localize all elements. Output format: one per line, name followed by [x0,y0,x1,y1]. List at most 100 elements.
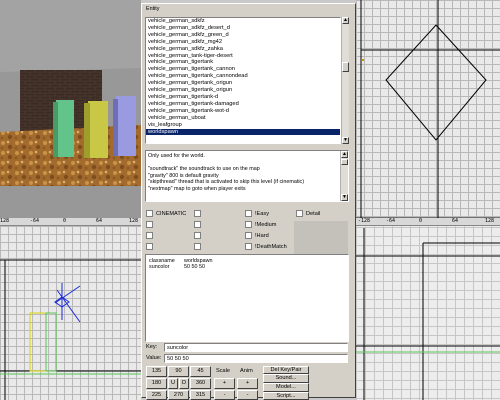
sound-button[interactable]: Sound... [263,374,309,383]
classname-list-item[interactable]: vehicle_german_sdkfz [146,18,340,25]
angle-up-button[interactable]: U [168,378,178,389]
script-button[interactable]: Script... [263,392,309,400]
spawnflag-checkbox[interactable] [194,232,204,239]
anim-plus-button[interactable]: + [237,378,258,389]
checkbox-box[interactable] [194,221,201,228]
bottom-right-grid-viewport[interactable]: -128 -64 0 64 128 [356,218,500,400]
checkbox-box[interactable] [296,210,303,217]
brush-outlines [356,228,500,400]
angle-90-button[interactable]: 90 [168,366,189,377]
camera-3d-scene [0,0,141,218]
entity-properties-list[interactable]: classname worldspawn suncolor 50 50 50 [145,254,349,342]
spawnflag-not-deathmatch-checkbox[interactable]: !DeathMatch [245,243,287,250]
classname-list-scrollbar[interactable]: ▲ ▼ [341,17,349,144]
classname-list-item[interactable]: vehicle_german_tigertank-d [146,94,340,101]
classname-list-item[interactable]: vis_leafgroup [146,122,340,129]
top-right-grid-viewport[interactable] [356,0,500,218]
classname-list-item[interactable]: vehicle_german_tank-tiger-desert [146,53,340,60]
angle-135-button[interactable]: 135 [146,366,167,377]
angle-270-button[interactable]: 270 [168,390,189,400]
entity-window-title: Entity [146,6,160,12]
classname-list-item[interactable]: vehicle_german_tigertank-damaged [146,101,340,108]
scroll-down-arrow-icon[interactable]: ▼ [342,137,349,144]
comment-line: "skipthread" thread that is activated to… [148,179,305,186]
spawnflag-cinematic-checkbox[interactable]: CINEMATIC [146,210,186,217]
value-input[interactable]: 50 50 50 [164,354,348,363]
spawnflag-not-medium-checkbox[interactable]: !Medium [245,221,276,228]
spawnflag-empty-panel [294,221,348,254]
classname-list-item[interactable]: worldspawn [146,128,340,136]
del-key-pair-button[interactable]: Del Key/Pair [263,366,309,374]
angle-180-button[interactable]: 180 [146,378,167,389]
comment-line [148,160,339,167]
scale-label: Scale [216,368,230,374]
entity-comment-box[interactable]: Only used for the world. "soundtrack" the… [145,150,349,202]
comment-scrollbar[interactable]: ▲ ▼ [340,151,348,201]
classname-list-item[interactable]: vehicle_german_tigertank_cannon [146,66,340,73]
scroll-up-arrow-icon[interactable]: ▲ [341,151,348,158]
angle-315-button[interactable]: 315 [190,390,211,400]
spawnflag-checkbox[interactable] [194,221,204,228]
checkbox-label: CINEMATIC [156,210,187,217]
scale-plus-button[interactable]: + [214,378,235,389]
classname-list-item[interactable]: vehicle_german_sdkfz_green_d [146,32,340,39]
classname-list-item[interactable]: vehicle_german_sdkfz_mg42 [146,39,340,46]
spawnflag-not-hard-checkbox[interactable]: !Hard [245,232,269,239]
checkbox-box[interactable] [194,243,201,250]
angle-45-button[interactable]: 45 [190,366,211,377]
classname-list-item[interactable]: vehicle_german_sdkfz_zahka [146,46,340,53]
checkbox-box[interactable] [194,210,201,217]
scroll-down-arrow-icon[interactable]: ▼ [341,194,348,201]
comment-line: "nextmap" map to goto when player exits [148,185,246,192]
checkbox-box[interactable] [245,221,252,228]
scroll-thumb[interactable] [342,62,349,72]
spawnflag-checkbox[interactable] [146,221,156,228]
scroll-up-arrow-icon[interactable]: ▲ [342,17,349,24]
classname-list[interactable]: vehicle_german_sdkfz vehicle_german_sdkfz… [145,17,341,144]
checkbox-box[interactable] [245,243,252,250]
checkbox-label: !Hard [255,232,269,239]
spawnflag-detail-checkbox[interactable]: Detail [296,210,320,217]
model-button[interactable]: Model... [263,383,309,392]
key-label: Key: [146,344,158,350]
scroll-thumb[interactable] [341,159,348,165]
classname-list-item[interactable]: vehicle_german_tigertank_cannondead [146,73,340,80]
classname-list-item[interactable]: vehicle_german_tigertank_origun [146,80,340,87]
classname-list-item[interactable]: vehicle_german_sdkfz_desert_d [146,25,340,32]
spawnflag-checkbox[interactable] [146,232,156,239]
brush-outlines [356,0,500,218]
spawnflag-checkbox[interactable] [146,243,156,250]
checkbox-box[interactable] [194,232,201,239]
comment-line: "gravity" 800 is default gravity [148,172,219,179]
property-row[interactable]: suncolor 50 50 50 [149,264,345,270]
classname-list-item[interactable]: vehicle_german_tigertank [146,59,340,66]
checkbox-box[interactable] [146,221,153,228]
camera-3d-viewport[interactable] [0,0,141,218]
angle-360-button[interactable]: 360 [190,378,211,389]
checkbox-box[interactable] [245,232,252,239]
spawnflag-not-easy-checkbox[interactable]: !Easy [245,210,269,217]
checkbox-box[interactable] [146,210,153,217]
checkbox-box[interactable] [245,210,252,217]
angle-225-button[interactable]: 225 [146,390,167,400]
classname-list-item[interactable]: vehicle_german_tigertank_origun [146,87,340,94]
angle-down-button[interactable]: D [179,378,189,389]
comment-line: "soundtrack" the soundtrack to use on th… [148,166,260,173]
checkbox-label: !Medium [255,221,277,228]
spawnflag-checkbox[interactable] [194,243,204,250]
anim-minus-button[interactable]: - [237,390,258,400]
bottom-left-grid-viewport[interactable]: 128 -64 0 64 128 [0,218,141,400]
checkbox-box[interactable] [146,232,153,239]
anim-label: Anim [240,368,253,374]
value-label: Value: [146,355,162,361]
checkbox-box[interactable] [146,243,153,250]
key-input[interactable]: suncolor [164,343,348,352]
property-key: suncolor [149,264,170,271]
checkbox-label: !DeathMatch [255,243,287,250]
spawnflag-checkbox[interactable] [194,210,204,217]
entity-window: Entity vehicle_german_sdkfz vehicle_germa… [141,3,356,400]
classname-list-item[interactable]: vehicle_german_tigertank-wot-d [146,108,340,115]
scale-minus-button[interactable]: - [214,390,235,400]
brush-outlines [0,259,141,400]
classname-list-item[interactable]: vehicle_german_uboat [146,115,340,122]
